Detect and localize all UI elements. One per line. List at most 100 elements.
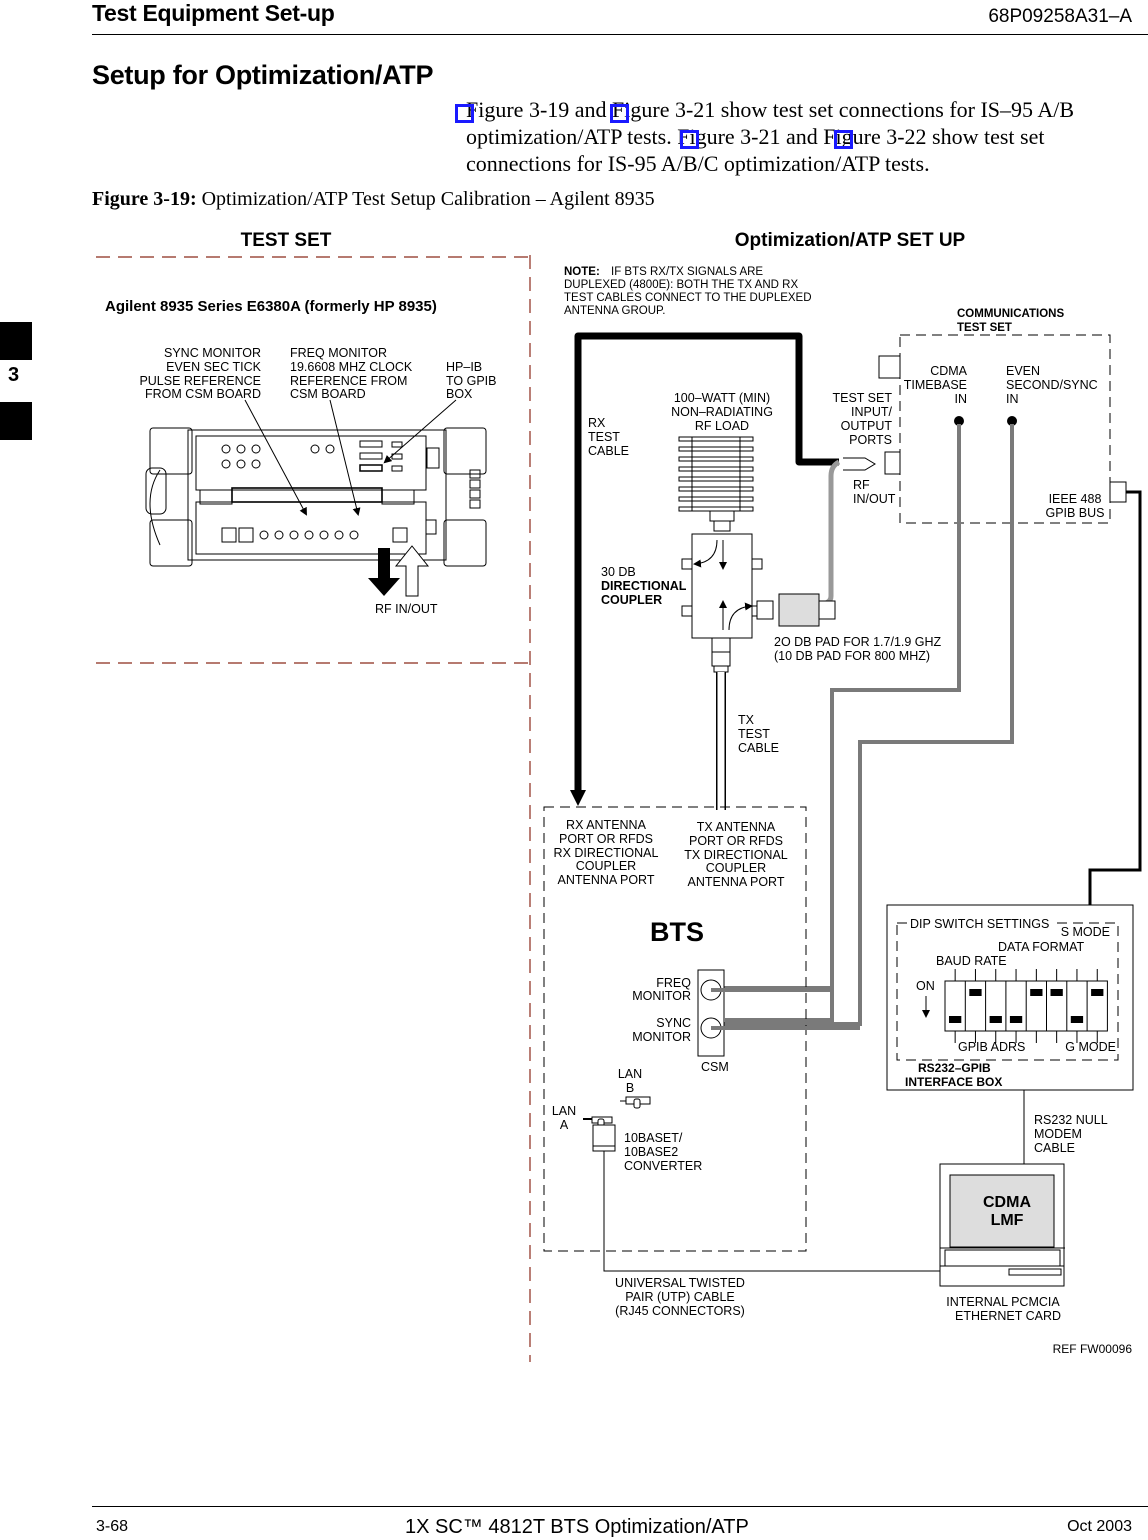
- svg-text:SYNC: SYNC: [656, 1016, 691, 1030]
- svg-text:10BASE2: 10BASE2: [624, 1145, 678, 1159]
- svg-text:RS232–GPIB: RS232–GPIB: [918, 1061, 991, 1075]
- svg-text:100–WATT (MIN): 100–WATT (MIN): [674, 391, 770, 405]
- svg-text:IN: IN: [955, 392, 968, 406]
- footer-rule: [92, 1506, 1148, 1507]
- svg-text:ANTENNA GROUP.: ANTENNA GROUP.: [564, 305, 665, 317]
- null-modem-label: RS232 NULL MODEM CABLE: [1034, 1113, 1108, 1155]
- even-second-cable: [712, 424, 1014, 1026]
- comm-test-set-title: COMMUNICATIONS TEST SET: [957, 308, 1064, 334]
- svg-text:(10 DB PAD FOR 800 MHZ): (10 DB PAD FOR 800 MHZ): [774, 649, 930, 663]
- dip-switch-4: [1009, 1016, 1023, 1023]
- test-set-port-top: [878, 355, 901, 379]
- footer-page-number: 3-68: [96, 1518, 129, 1535]
- gpib-port[interactable]: [1109, 481, 1127, 503]
- svg-text:DIRECTIONAL: DIRECTIONAL: [601, 579, 687, 593]
- svg-text:RF: RF: [853, 478, 870, 492]
- svg-text:G MODE: G MODE: [1065, 1040, 1116, 1054]
- svg-text:FROM CSM BOARD: FROM CSM BOARD: [145, 387, 261, 401]
- pcmcia-label: INTERNAL PCMCIA ETHERNET CARD: [946, 1295, 1061, 1323]
- svg-text:CABLE: CABLE: [1034, 1141, 1075, 1155]
- svg-text:TEST SET: TEST SET: [832, 391, 892, 405]
- lan-a-label: LAN A: [552, 1104, 576, 1132]
- pad-label: 2O DB PAD FOR 1.7/1.9 GHZ (10 DB PAD FOR…: [774, 635, 942, 663]
- svg-text:GPIB ADRS: GPIB ADRS: [958, 1040, 1025, 1054]
- svg-text:CDMA: CDMA: [983, 1194, 1031, 1211]
- svg-text:DIP SWITCH SETTINGS: DIP SWITCH SETTINGS: [910, 917, 1049, 931]
- comm-test-set-labels: CDMA TIMEBASE IN EVEN SECOND/SYNC IN TES…: [832, 364, 1104, 520]
- svg-text:SYNC MONITOR: SYNC MONITOR: [164, 346, 261, 360]
- svg-text:NOTE:: NOTE:: [564, 266, 600, 278]
- rx-port-label: RX ANTENNA PORT OR RFDS RX DIRECTIONAL C…: [554, 818, 659, 887]
- svg-text:RX DIRECTIONAL: RX DIRECTIONAL: [554, 846, 659, 860]
- svg-text:DATA FORMAT: DATA FORMAT: [998, 940, 1084, 954]
- converter-label: 10BASET/ 10BASE2 CONVERTER: [624, 1131, 702, 1173]
- svg-text:SECOND/SYNC: SECOND/SYNC: [1006, 378, 1098, 392]
- utp-cable-label: UNIVERSAL TWISTED PAIR (UTP) CABLE (RJ45…: [615, 1276, 745, 1318]
- svg-text:19.6608 MHZ CLOCK: 19.6608 MHZ CLOCK: [290, 360, 413, 374]
- svg-text:BAUD RATE: BAUD RATE: [936, 954, 1007, 968]
- svg-text:ETHERNET CARD: ETHERNET CARD: [955, 1309, 1061, 1323]
- svg-text:CABLE: CABLE: [588, 444, 629, 458]
- svg-text:COUPLER: COUPLER: [601, 593, 662, 607]
- attenuator-pad-icon: [756, 593, 836, 627]
- svg-text:PORTS: PORTS: [849, 433, 892, 447]
- svg-text:A: A: [560, 1118, 569, 1132]
- svg-text:MONITOR: MONITOR: [632, 1030, 691, 1044]
- svg-text:IN: IN: [1006, 392, 1019, 406]
- setup-diagram: TEST SET Optimization/ATP SET UP Agilent…: [96, 230, 1142, 1362]
- svg-text:HP–IB: HP–IB: [446, 360, 482, 374]
- svg-text:RX: RX: [588, 416, 606, 430]
- svg-text:CDMA: CDMA: [930, 364, 967, 378]
- rf-load-icon: [678, 436, 754, 532]
- rf-port-arrow-icon: [843, 457, 876, 471]
- svg-text:LMF: LMF: [991, 1212, 1024, 1229]
- svg-text:GPIB BUS: GPIB BUS: [1045, 506, 1104, 520]
- test-set-rf-port[interactable]: [884, 451, 901, 475]
- svg-text:CABLE: CABLE: [738, 741, 779, 755]
- panel-title-test-set: TEST SET: [241, 230, 332, 251]
- svg-text:INTERNAL PCMCIA: INTERNAL PCMCIA: [946, 1295, 1060, 1309]
- coupler-label: 30 DB DIRECTIONAL COUPLER: [601, 565, 687, 607]
- svg-text:30 DB: 30 DB: [601, 565, 636, 579]
- svg-text:PORT OR RFDS: PORT OR RFDS: [689, 834, 783, 848]
- svg-text:S MODE: S MODE: [1061, 925, 1110, 939]
- svg-text:CSM BOARD: CSM BOARD: [290, 387, 366, 401]
- lan-b-connector-icon: [620, 1096, 651, 1109]
- svg-text:RF LOAD: RF LOAD: [695, 419, 749, 433]
- dip-switch-bank: [944, 969, 1108, 1043]
- dip-switch-1: [949, 1016, 962, 1023]
- svg-text:MONITOR: MONITOR: [632, 989, 691, 1003]
- svg-text:DUPLEXED (4800E): BOTH THE TX: DUPLEXED (4800E): BOTH THE TX AND RX: [564, 279, 798, 291]
- figure-ref-id: REF FW00096: [1053, 1342, 1133, 1356]
- duplex-note: NOTE: IF BTS RX/TX SIGNALS ARE DUPLEXED …: [564, 266, 812, 317]
- rf-out-arrow-icon: [368, 548, 400, 596]
- svg-text:TEST CABLES CONNECT TO THE DUP: TEST CABLES CONNECT TO THE DUPLEXED: [564, 292, 812, 304]
- lan-b-label: LAN B: [618, 1067, 642, 1095]
- svg-text:B: B: [626, 1081, 634, 1095]
- svg-text:2O DB PAD FOR 1.7/1.9 GHZ: 2O DB PAD FOR 1.7/1.9 GHZ: [774, 635, 942, 649]
- hpib-label: HP–IB TO GPIB BOX: [446, 360, 496, 401]
- dip-switch-2: [969, 989, 982, 996]
- svg-text:TEST SET: TEST SET: [957, 322, 1012, 334]
- svg-text:OUTPUT: OUTPUT: [841, 419, 893, 433]
- dip-switch-5: [1030, 989, 1043, 996]
- tx-test-cable-label: TX TEST CABLE: [738, 713, 779, 755]
- svg-text:INTERFACE BOX: INTERFACE BOX: [905, 1075, 1002, 1089]
- rf-in-out-cable: [818, 459, 841, 607]
- svg-text:EVEN SEC TICK: EVEN SEC TICK: [166, 360, 262, 374]
- rf-load-label: 100–WATT (MIN) NON–RADIATING RF LOAD: [671, 391, 773, 433]
- footer-title: 1X SC™ 4812T BTS Optimization/ATP: [405, 1516, 749, 1538]
- dip-switch-8: [1091, 989, 1104, 996]
- rf-in-out-label: RF IN/OUT: [375, 602, 438, 616]
- rx-test-cable-label: RX TEST CABLE: [588, 416, 629, 458]
- svg-text:UNIVERSAL TWISTED: UNIVERSAL TWISTED: [615, 1276, 745, 1290]
- svg-text:IF BTS RX/TX SIGNALS ARE: IF BTS RX/TX SIGNALS ARE: [611, 266, 763, 278]
- ethernet-converter-icon: [592, 1124, 616, 1152]
- svg-text:RX ANTENNA: RX ANTENNA: [566, 818, 647, 832]
- pcmcia-card: [1008, 1268, 1062, 1276]
- interface-box-title: RS232–GPIB INTERFACE BOX: [905, 1061, 1002, 1089]
- svg-text:(RJ45 CONNECTORS): (RJ45 CONNECTORS): [615, 1304, 745, 1318]
- test-set-model: Agilent 8935 Series E6380A (formerly HP …: [105, 298, 437, 315]
- svg-text:CONVERTER: CONVERTER: [624, 1159, 702, 1173]
- svg-text:TO GPIB: TO GPIB: [446, 374, 496, 388]
